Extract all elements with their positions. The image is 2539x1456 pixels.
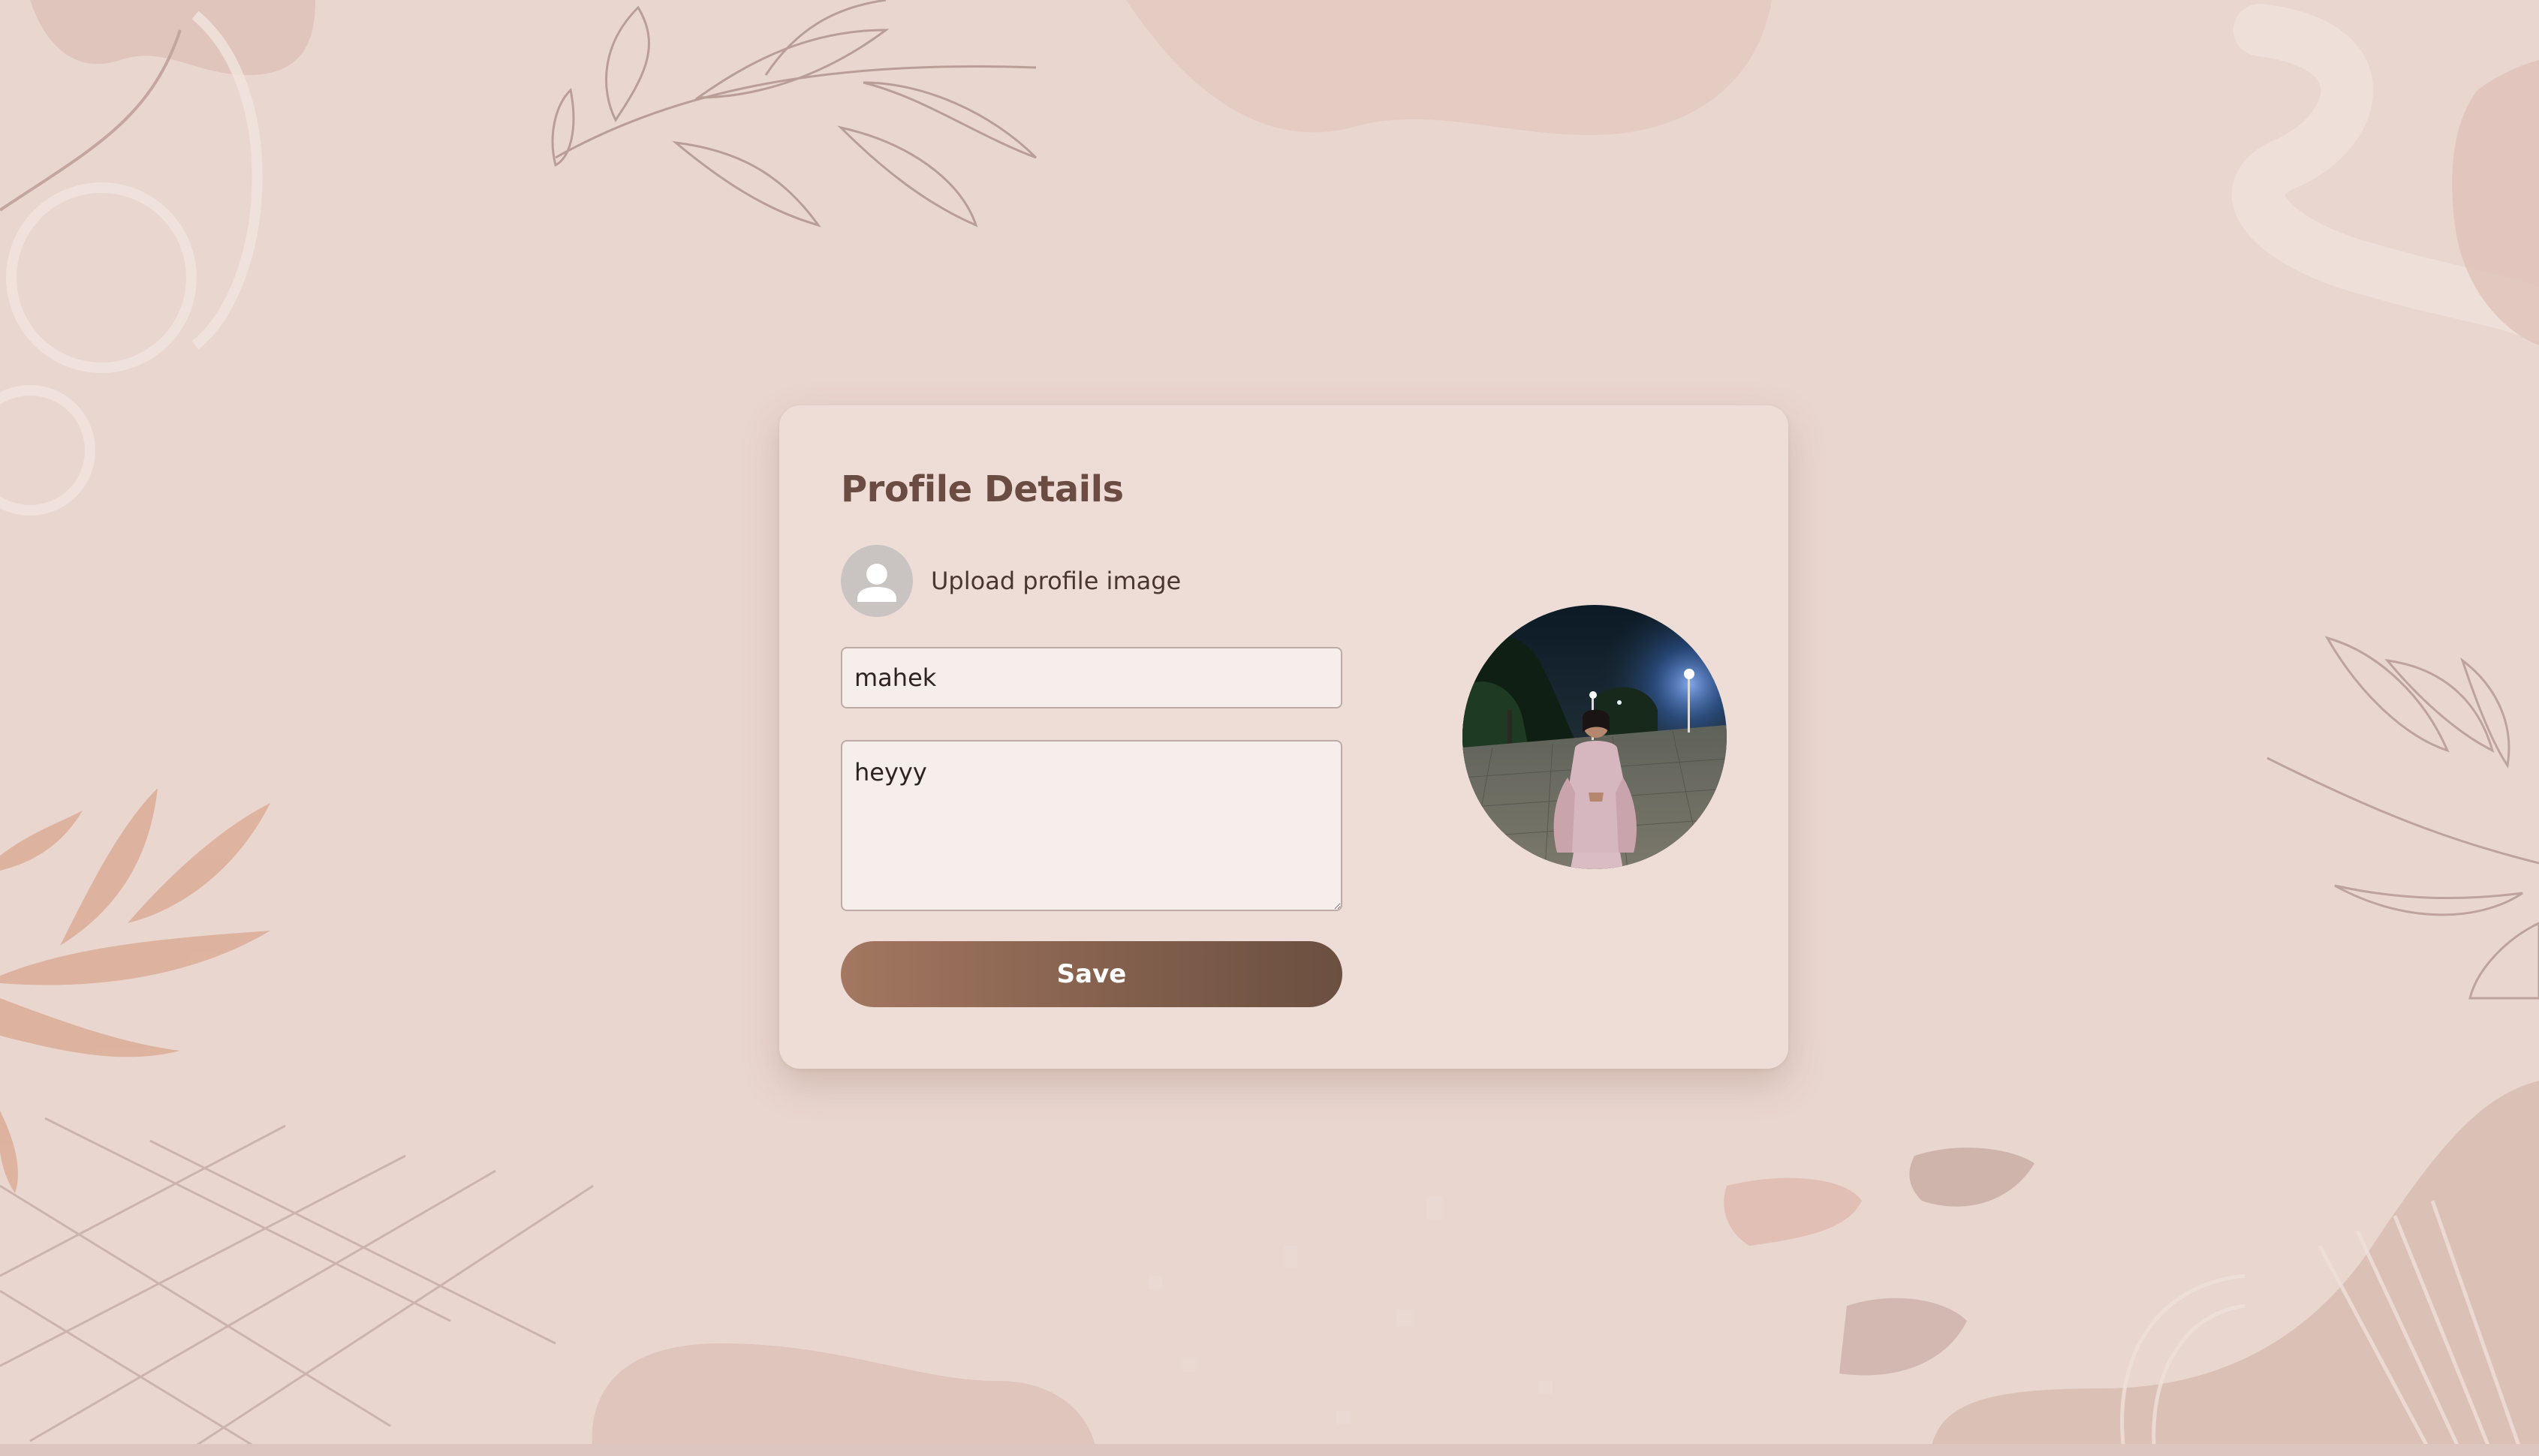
user-icon bbox=[841, 545, 913, 617]
name-input[interactable] bbox=[841, 647, 1342, 708]
bio-textarea[interactable]: heyyy bbox=[841, 740, 1342, 911]
upload-label: Upload profile image bbox=[931, 567, 1182, 595]
page-title: Profile Details bbox=[841, 468, 1124, 510]
profile-photo bbox=[1462, 605, 1727, 869]
save-button[interactable]: Save bbox=[841, 941, 1342, 1007]
profile-card: Profile Details Upload profile image hey… bbox=[779, 405, 1788, 1069]
upload-profile-image-button[interactable]: Upload profile image bbox=[841, 545, 1181, 617]
